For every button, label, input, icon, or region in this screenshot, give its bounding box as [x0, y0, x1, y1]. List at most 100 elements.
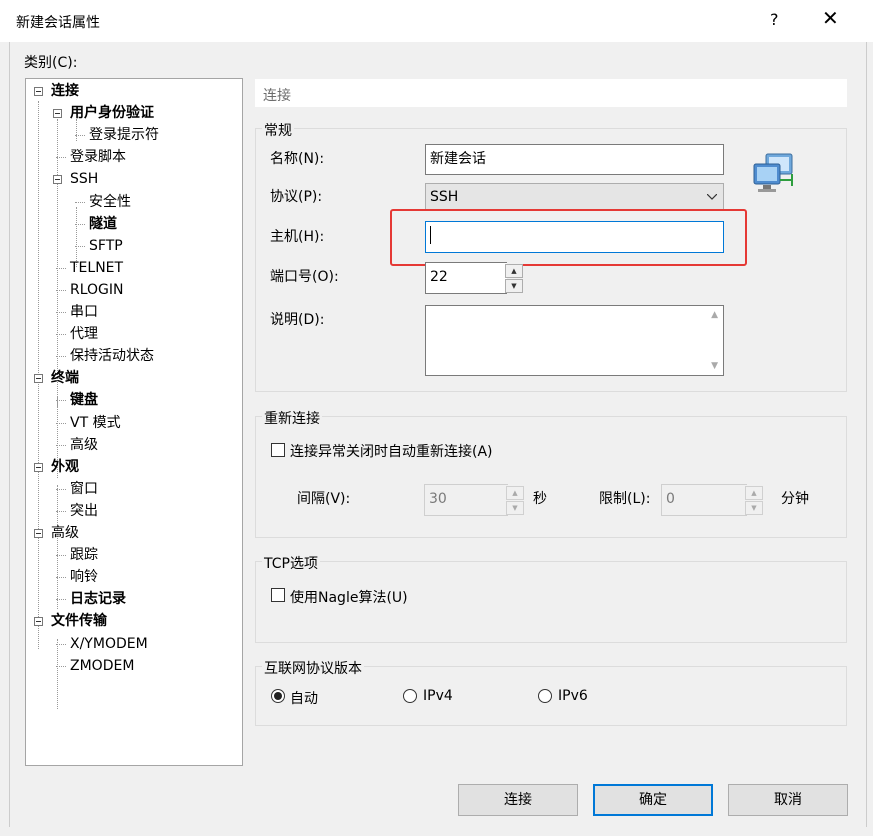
- tree-connector: [56, 334, 66, 336]
- protocol-label: 协议(P):: [270, 189, 323, 205]
- category-label: 类别(C):: [24, 55, 78, 71]
- name-field[interactable]: 新建会话: [425, 144, 724, 175]
- tree-item[interactable]: 串口: [70, 302, 98, 322]
- description-label: 说明(D):: [270, 312, 325, 328]
- tree-item[interactable]: 外观: [51, 457, 79, 477]
- interval-unit: 秒: [533, 491, 547, 507]
- category-tree[interactable]: 连接 用户身份验证 登录提示符 登录脚本 SSH 安全性 隧道 SFTP TELNET RLOGI…: [25, 78, 243, 766]
- tree-item[interactable]: 保持活动状态: [70, 346, 154, 366]
- tree-item[interactable]: 登录提示符: [89, 125, 159, 145]
- tree-connector: [57, 639, 58, 709]
- spin-down-icon[interactable]: ▼: [505, 279, 523, 293]
- auto-reconnect-label: 连接异常关闭时自动重新连接(A): [290, 444, 493, 460]
- tree-item[interactable]: 文件传输: [51, 611, 107, 631]
- protocol-select[interactable]: SSH: [425, 183, 724, 211]
- tree-item[interactable]: 用户身份验证: [70, 103, 154, 123]
- radio-auto[interactable]: [271, 689, 285, 703]
- radio-ipv4-label: IPv4: [423, 688, 453, 704]
- connect-button[interactable]: 连接: [458, 784, 578, 816]
- tree-item[interactable]: 高级: [51, 523, 79, 543]
- tree-item[interactable]: 日志记录: [70, 589, 126, 609]
- tree-item[interactable]: 登录脚本: [70, 147, 126, 167]
- collapse-toggle-icon[interactable]: [34, 462, 43, 472]
- ip-version-group-title: 互联网协议版本: [262, 658, 364, 678]
- collapse-toggle-icon[interactable]: [34, 374, 43, 384]
- tree-item[interactable]: TELNET: [70, 258, 123, 278]
- port-field[interactable]: 22: [425, 262, 507, 294]
- tree-connector: [56, 422, 66, 424]
- tree-item[interactable]: 隧道: [89, 214, 117, 234]
- scroll-down-icon[interactable]: ▼: [711, 361, 718, 371]
- tree-item[interactable]: VT 模式: [70, 413, 121, 433]
- tcp-group-title: TCP选项: [262, 553, 320, 573]
- tree-item[interactable]: 连接: [51, 81, 79, 101]
- tree-connector: [56, 157, 66, 159]
- radio-ipv6-label: IPv6: [558, 688, 588, 704]
- tree-item[interactable]: 高级: [70, 435, 98, 455]
- tree-item[interactable]: 终端: [51, 368, 79, 388]
- limit-field[interactable]: 0: [661, 484, 747, 516]
- tree-item[interactable]: RLOGIN: [70, 280, 124, 300]
- tree-item[interactable]: 安全性: [89, 192, 131, 212]
- spin-down-icon[interactable]: ▼: [745, 501, 763, 515]
- spin-up-icon[interactable]: ▲: [505, 264, 523, 278]
- tree-connector: [56, 577, 66, 579]
- tree-connector: [56, 400, 66, 402]
- spin-up-icon[interactable]: ▲: [745, 486, 763, 500]
- port-label: 端口号(O):: [270, 269, 339, 285]
- section-header: 连接: [255, 79, 847, 107]
- limit-label: 限制(L):: [599, 491, 651, 507]
- tree-connector: [56, 267, 66, 269]
- radio-ipv6[interactable]: [538, 689, 552, 703]
- help-button[interactable]: ?: [770, 10, 779, 29]
- tree-connector: [57, 119, 58, 407]
- limit-unit: 分钟: [781, 491, 809, 507]
- network-computer-icon: [753, 153, 793, 192]
- cancel-button[interactable]: 取消: [728, 784, 848, 816]
- collapse-toggle-icon[interactable]: [53, 109, 62, 119]
- tree-connector: [56, 488, 66, 490]
- description-field[interactable]: ▲ ▼: [425, 305, 724, 376]
- tree-connector: [56, 356, 66, 358]
- spin-up-icon[interactable]: ▲: [506, 486, 524, 500]
- host-highlight-box: [390, 209, 747, 266]
- auto-reconnect-checkbox[interactable]: [271, 443, 285, 457]
- tree-connector: [56, 444, 66, 446]
- tree-item[interactable]: 跟踪: [70, 545, 98, 565]
- title-bar: [0, 0, 873, 42]
- tree-connector: [75, 223, 85, 225]
- tree-item[interactable]: SSH: [70, 169, 98, 189]
- tree-item[interactable]: 突出: [70, 501, 98, 521]
- collapse-toggle-icon[interactable]: [34, 87, 43, 96]
- tree-item[interactable]: 窗口: [70, 479, 98, 499]
- tree-item[interactable]: 代理: [70, 324, 98, 344]
- collapse-toggle-icon[interactable]: [53, 175, 62, 185]
- close-button[interactable]: ✕: [822, 6, 839, 30]
- tree-connector: [75, 135, 85, 137]
- name-label: 名称(N):: [270, 151, 325, 167]
- tree-connector: [56, 555, 66, 557]
- window-title: 新建会话属性: [16, 15, 100, 31]
- nagle-label: 使用Nagle算法(U): [290, 590, 408, 606]
- spin-down-icon[interactable]: ▼: [506, 501, 524, 515]
- interval-field[interactable]: 30: [424, 484, 508, 516]
- tree-connector: [56, 510, 66, 512]
- collapse-toggle-icon[interactable]: [34, 617, 43, 627]
- tree-item[interactable]: 键盘: [70, 390, 98, 410]
- tree-item[interactable]: 响铃: [70, 567, 98, 587]
- tree-item[interactable]: SFTP: [89, 236, 123, 256]
- protocol-value: SSH: [430, 189, 459, 205]
- section-header-title: 连接: [263, 88, 291, 104]
- interval-label: 间隔(V):: [297, 491, 351, 507]
- collapse-toggle-icon[interactable]: [34, 529, 43, 538]
- tree-item[interactable]: ZMODEM: [70, 656, 134, 676]
- radio-ipv4[interactable]: [403, 689, 417, 703]
- chevron-down-icon: [707, 194, 717, 200]
- tree-connector: [56, 643, 66, 645]
- scroll-up-icon[interactable]: ▲: [711, 310, 718, 320]
- tree-connector: [56, 289, 66, 291]
- nagle-checkbox[interactable]: [271, 588, 285, 602]
- tree-connector: [56, 312, 66, 313]
- ok-button[interactable]: 确定: [593, 784, 713, 816]
- tree-item[interactable]: X/YMODEM: [70, 634, 148, 654]
